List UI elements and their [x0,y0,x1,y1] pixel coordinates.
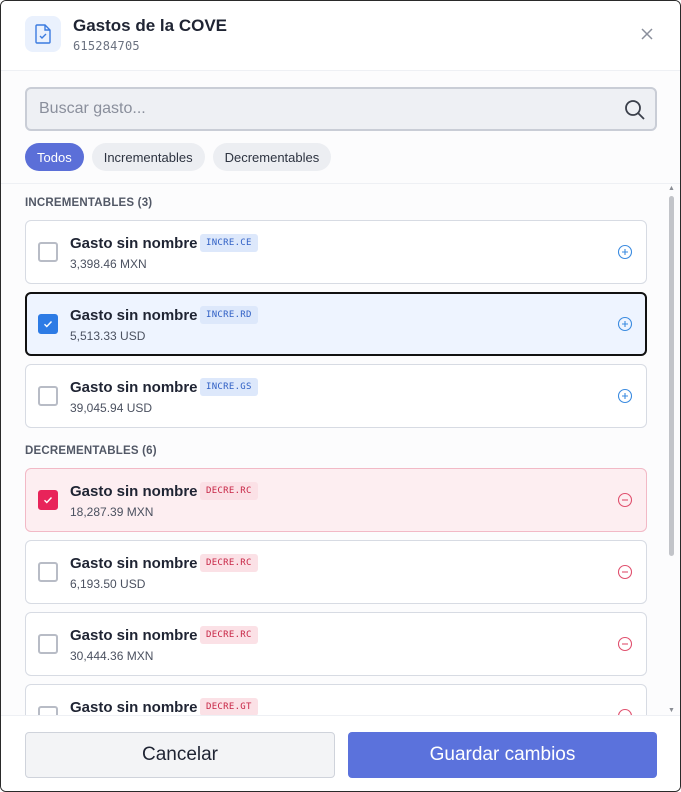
filter-incrementables[interactable]: Incrementables [91,143,205,171]
plus-circle-icon[interactable] [616,315,634,333]
expense-amount: 39,045.94 USD [70,401,153,415]
expense-checkbox[interactable] [38,706,58,715]
expense-checkbox[interactable] [38,562,58,582]
expense-code-badge: INCRE.GS [200,378,258,396]
expense-code-badge: DECRE.GT [200,698,258,715]
incrementables-heading: INCREMENTABLES (3) [25,197,153,209]
minus-circle-icon[interactable] [616,635,634,653]
check-icon [44,321,53,328]
search-input[interactable] [39,89,619,129]
expense-checkbox[interactable] [38,490,58,510]
plus-circle-icon[interactable] [616,387,634,405]
expense-code-badge: DECRE.RC [200,626,258,644]
minus-circle-icon[interactable] [616,563,634,581]
search-box[interactable] [25,87,657,131]
filter-decrementables[interactable]: Decrementables [212,143,332,171]
expense-code-badge: INCRE.CE [200,234,258,252]
expense-item[interactable]: Gasto sin nombre DECRE.RC 30,444.36 MXN [25,612,647,676]
expense-amount: 30,444.36 MXN [70,649,154,663]
expense-checkbox[interactable] [38,242,58,262]
scroll-up-arrow-icon[interactable]: ▲ [668,185,675,192]
expense-name: Gasto sin nombre [70,627,198,644]
expense-checkbox[interactable] [38,634,58,654]
decrementables-heading: DECREMENTABLES (6) [25,445,157,457]
minus-circle-icon[interactable] [616,491,634,509]
plus-circle-icon[interactable] [616,243,634,261]
close-icon [641,28,653,40]
check-icon [44,497,53,504]
expense-amount: 6,193.50 USD [70,577,146,591]
expense-list[interactable]: INCREMENTABLES (3) Gasto sin nombre INCR… [1,184,680,715]
save-button[interactable]: Guardar cambios [348,732,657,778]
expense-item[interactable]: Gasto sin nombre DECRE.RC 6,193.50 USD [25,540,647,604]
search-icon[interactable] [623,98,647,122]
cancel-button[interactable]: Cancelar [25,732,335,778]
expense-code-badge: DECRE.RC [200,482,258,500]
expense-amount: 18,287.39 MXN [70,505,154,519]
expense-code-badge: DECRE.RC [200,554,258,572]
document-check-icon [25,16,61,52]
expense-name: Gasto sin nombre [70,379,198,396]
filter-chips: Todos Incrementables Decrementables [25,143,332,171]
close-button[interactable] [635,22,659,46]
scroll-thumb[interactable] [669,196,674,556]
expense-name: Gasto sin nombre [70,307,198,324]
minus-circle-icon[interactable] [616,707,634,715]
expense-amount: 3,398.46 MXN [70,257,147,271]
expense-item[interactable]: Gasto sin nombre INCRE.RD 5,513.33 USD [25,292,647,356]
expense-name: Gasto sin nombre [70,555,198,572]
expense-item[interactable]: Gasto sin nombre DECRE.GT [25,684,647,715]
filter-todos[interactable]: Todos [25,143,84,171]
expense-item[interactable]: Gasto sin nombre DECRE.RC 18,287.39 MXN [25,468,647,532]
expense-item[interactable]: Gasto sin nombre INCRE.CE 3,398.46 MXN [25,220,647,284]
list-scrollbar[interactable]: ▲ ▼ [667,184,677,715]
expense-checkbox[interactable] [38,314,58,334]
scroll-down-arrow-icon[interactable]: ▼ [668,707,675,714]
modal-header: Gastos de la COVE 615284705 [1,1,680,71]
expense-amount: 5,513.33 USD [70,329,146,343]
expense-name: Gasto sin nombre [70,483,198,500]
modal-subtitle: 615284705 [73,39,140,53]
expenses-modal: Gastos de la COVE 615284705 Todos Increm… [0,0,681,792]
expense-checkbox[interactable] [38,386,58,406]
modal-footer: Cancelar Guardar cambios [1,715,680,791]
expense-name: Gasto sin nombre [70,699,198,715]
expense-name: Gasto sin nombre [70,235,198,252]
expense-item[interactable]: Gasto sin nombre INCRE.GS 39,045.94 USD [25,364,647,428]
expense-code-badge: INCRE.RD [200,306,258,324]
modal-title: Gastos de la COVE [73,16,227,35]
